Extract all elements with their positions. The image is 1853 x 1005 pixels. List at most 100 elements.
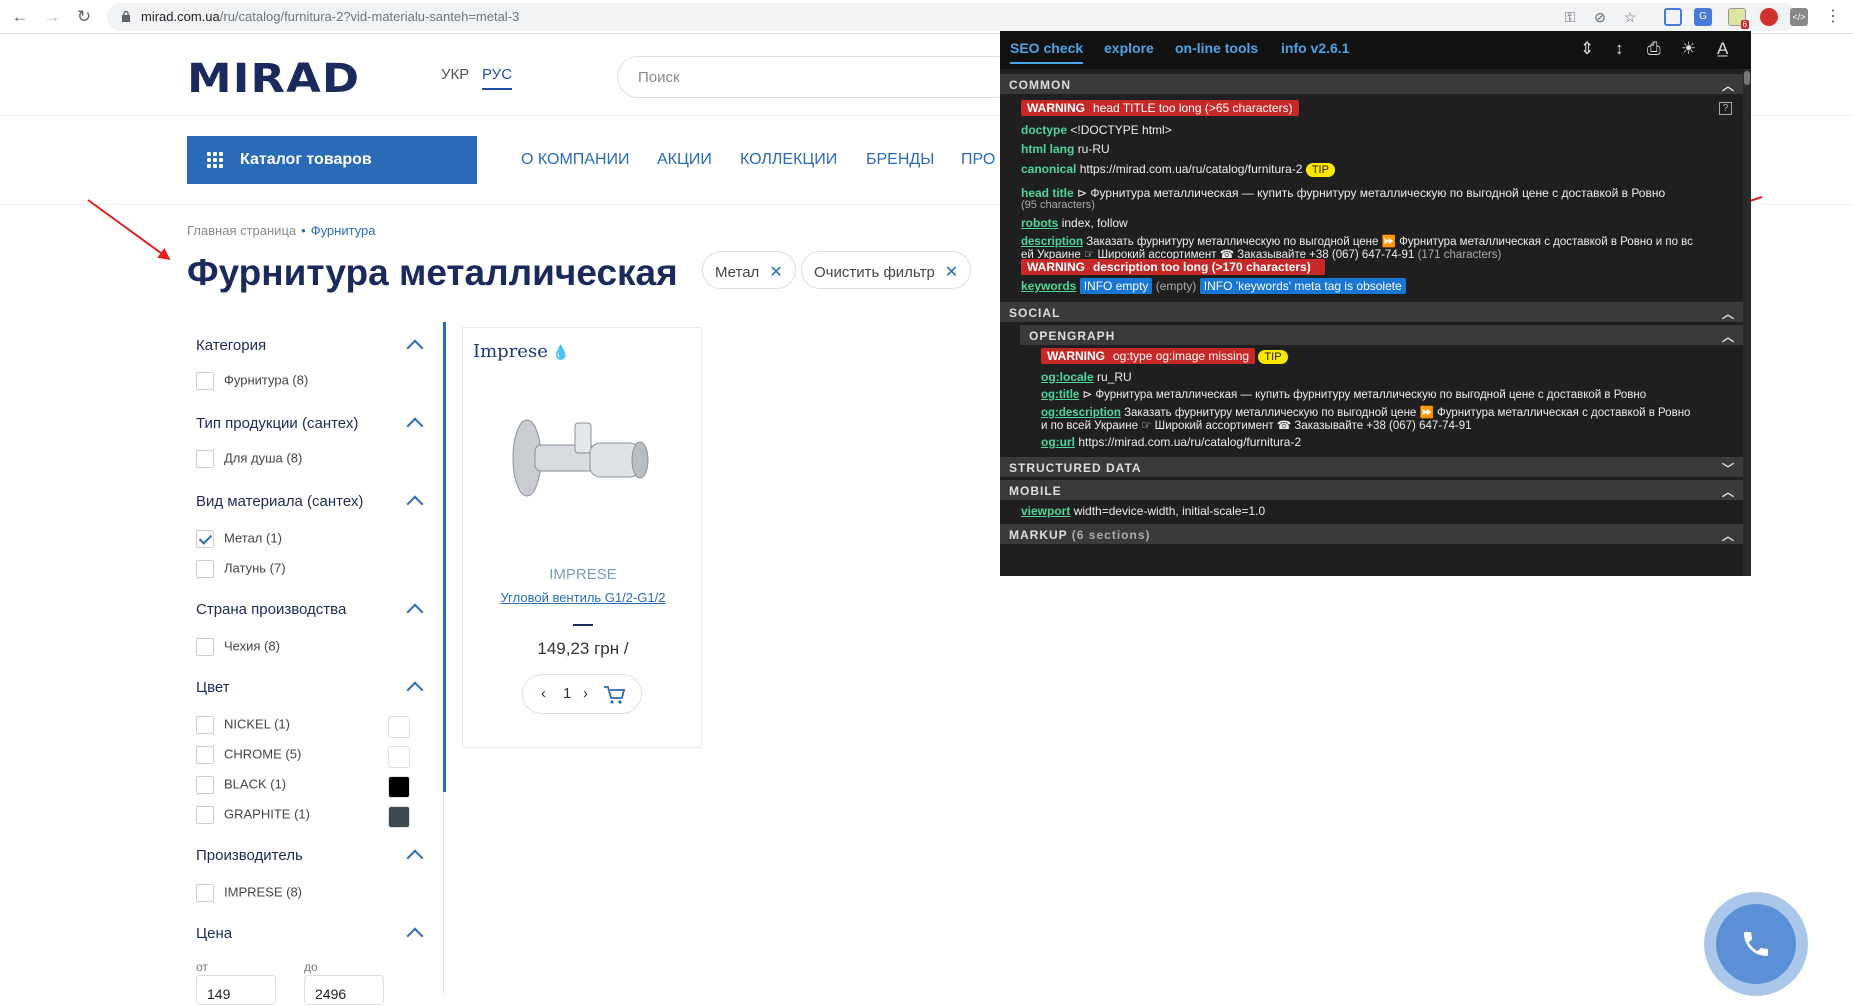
filter-country-title[interactable]: Страна производства <box>196 601 346 618</box>
og-title-row: og:title ⊳ Фурнитура металлическая — куп… <box>1041 389 1647 401</box>
code-icon[interactable]: </> <box>1790 8 1808 26</box>
close-icon[interactable]: ✕ <box>945 264 958 281</box>
key-icon[interactable]: ⚿ <box>1562 9 1578 25</box>
eye-off-icon[interactable]: ⊘ <box>1592 9 1608 25</box>
product-image[interactable] <box>505 413 655 503</box>
breadcrumb-home[interactable]: Главная страница <box>187 223 296 238</box>
tab-explore[interactable]: explore <box>1104 40 1154 56</box>
price-to-input[interactable]: 2496 <box>304 975 384 1005</box>
section-opengraph[interactable]: OPENGRAPH ︿ <box>1020 325 1743 345</box>
head-title-row: head title ⊳ Фурнитура металлическая — к… <box>1021 186 1666 200</box>
chevron-up-icon[interactable] <box>406 681 424 699</box>
filter-option[interactable]: CHROME (5) <box>196 746 301 764</box>
chevron-up-icon: ︿ <box>1721 307 1735 321</box>
breadcrumb-current[interactable]: Фурнитура <box>311 223 376 238</box>
seo-extension-icon[interactable]: 6 <box>1728 8 1749 29</box>
menu-collections[interactable]: КОЛЛЕКЦИИ <box>740 151 837 169</box>
seo-tabbar: SEO check explore on-line tools info v2.… <box>1000 31 1751 69</box>
font-icon[interactable]: A̲ <box>1717 39 1728 59</box>
divider <box>573 624 593 626</box>
filter-material-title[interactable]: Вид материала (сантех) <box>196 493 363 510</box>
chevron-right-icon[interactable]: › <box>583 685 588 702</box>
section-structured-data[interactable]: STRUCTURED DATA ﹀ <box>1000 457 1743 477</box>
menu-promo[interactable]: АКЦИИ <box>657 151 712 169</box>
filter-option[interactable]: Латунь (7) <box>196 560 286 578</box>
filter-option[interactable]: GRAPHITE (1) <box>196 806 310 824</box>
call-button[interactable] <box>1704 892 1808 996</box>
product-card[interactable]: Imprese 💧 IMPRESE Угловой вентиль G1/2-G… <box>462 327 702 748</box>
chevron-up-icon[interactable] <box>406 417 424 435</box>
menu-icon[interactable]: ⋮ <box>1824 8 1842 26</box>
og-description-row: og:description Заказать фурнитуру металл… <box>1041 407 1691 419</box>
back-icon[interactable]: ← <box>10 7 30 27</box>
section-common[interactable]: COMMON ︿ <box>1000 74 1743 94</box>
viewport-row: viewport width=device-width, initial-sca… <box>1021 504 1266 518</box>
close-icon[interactable]: ✕ <box>769 264 782 281</box>
print-icon[interactable]: ⎙ <box>1647 39 1661 59</box>
filter-chip-metal[interactable]: Метал ✕ <box>702 251 796 289</box>
filter-option[interactable]: BLACK (1) <box>196 776 286 794</box>
color-swatch[interactable] <box>388 746 410 768</box>
browser-toolbar: ← → ↻ mirad.com.ua/ru/catalog/furnitura-… <box>0 0 1853 34</box>
sidebar-scrollbar[interactable] <box>443 322 446 792</box>
site-logo[interactable]: MIRAD <box>187 56 360 102</box>
menu-projects[interactable]: ПРО <box>961 151 995 169</box>
section-mobile[interactable]: MOBILE ︿ <box>1000 480 1743 500</box>
filter-option[interactable]: Чехия (8) <box>196 638 280 656</box>
filter-color-title[interactable]: Цвет <box>196 679 230 696</box>
quantity-stepper[interactable]: ‹ 1 › <box>522 674 642 714</box>
product-name-link[interactable]: Угловой вентиль G1/2-G1/2 <box>463 590 703 605</box>
reload-icon[interactable]: ↻ <box>74 7 94 27</box>
catalog-button[interactable]: Каталог товаров <box>187 136 477 184</box>
help-icon[interactable]: ? <box>1719 102 1732 115</box>
filter-option[interactable]: Для душа (8) <box>196 450 302 468</box>
filter-option[interactable]: IMPRESE (8) <box>196 884 302 902</box>
forward-icon[interactable]: → <box>42 7 62 27</box>
color-swatch[interactable] <box>388 806 410 828</box>
translate-icon[interactable]: G <box>1694 8 1712 26</box>
filter-option[interactable]: Фурнитура (8) <box>196 372 308 390</box>
lang-ukr[interactable]: УКР <box>441 66 469 83</box>
collapse-icon[interactable]: ⇕ <box>1580 39 1594 59</box>
tab-seo-check[interactable]: SEO check <box>1010 40 1084 64</box>
chevron-up-icon[interactable] <box>406 927 424 945</box>
tab-info[interactable]: info v2.6.1 <box>1281 40 1349 56</box>
canonical-row: canonical https://mirad.com.ua/ru/catalo… <box>1021 162 1335 177</box>
filter-type-title[interactable]: Тип продукции (сантех) <box>196 415 358 432</box>
filter-price-title[interactable]: Цена <box>196 925 232 942</box>
brightness-icon[interactable]: ☀ <box>1681 39 1696 59</box>
chevron-up-icon[interactable] <box>406 339 424 357</box>
tab-online-tools[interactable]: on-line tools <box>1175 40 1258 56</box>
filter-option-checked[interactable]: Метал (1) <box>196 530 282 548</box>
seo-panel-scrollbar[interactable] <box>1743 69 1751 576</box>
cart-icon[interactable] <box>603 685 625 705</box>
menu-brands[interactable]: БРЕНДЫ <box>866 151 934 169</box>
chevron-left-icon[interactable]: ‹ <box>541 685 546 702</box>
star-icon[interactable]: ☆ <box>1622 9 1638 25</box>
search-input[interactable]: Поиск <box>617 56 1017 98</box>
opera-icon[interactable] <box>1760 8 1778 26</box>
lang-rus[interactable]: РУС <box>482 66 513 90</box>
filter-maker-title[interactable]: Производитель <box>196 847 303 864</box>
filter-category-title[interactable]: Категория <box>196 337 266 354</box>
extension-icon[interactable] <box>1664 8 1682 26</box>
chevron-up-icon: ︿ <box>1721 485 1735 499</box>
price-from-input[interactable]: 149 <box>196 975 276 1005</box>
expand-icon[interactable]: ↕ <box>1615 39 1624 59</box>
chevron-up-icon: ︿ <box>1721 330 1735 344</box>
clear-filter-chip[interactable]: Очистить фильтр ✕ <box>801 251 972 289</box>
color-swatch[interactable] <box>388 716 410 738</box>
chevron-up-icon[interactable] <box>406 495 424 513</box>
section-social[interactable]: SOCIAL ︿ <box>1000 302 1743 322</box>
color-swatch[interactable] <box>388 776 410 798</box>
address-bar[interactable]: mirad.com.ua/ru/catalog/furnitura-2?vid-… <box>107 3 1797 31</box>
chevron-up-icon[interactable] <box>406 849 424 867</box>
menu-about[interactable]: О КОМПАНИИ <box>521 151 630 169</box>
seo-extension-panel: SEO check explore on-line tools info v2.… <box>1000 31 1751 576</box>
filter-option[interactable]: NICKEL (1) <box>196 716 290 734</box>
section-markup[interactable]: MARKUP (6 sections) ︿ <box>1000 524 1743 544</box>
title-count: (95 characters) <box>1021 199 1095 211</box>
page-title: Фурнитура металлическая <box>187 252 678 293</box>
tip-badge: TIP <box>1305 163 1335 177</box>
chevron-up-icon[interactable] <box>406 603 424 621</box>
